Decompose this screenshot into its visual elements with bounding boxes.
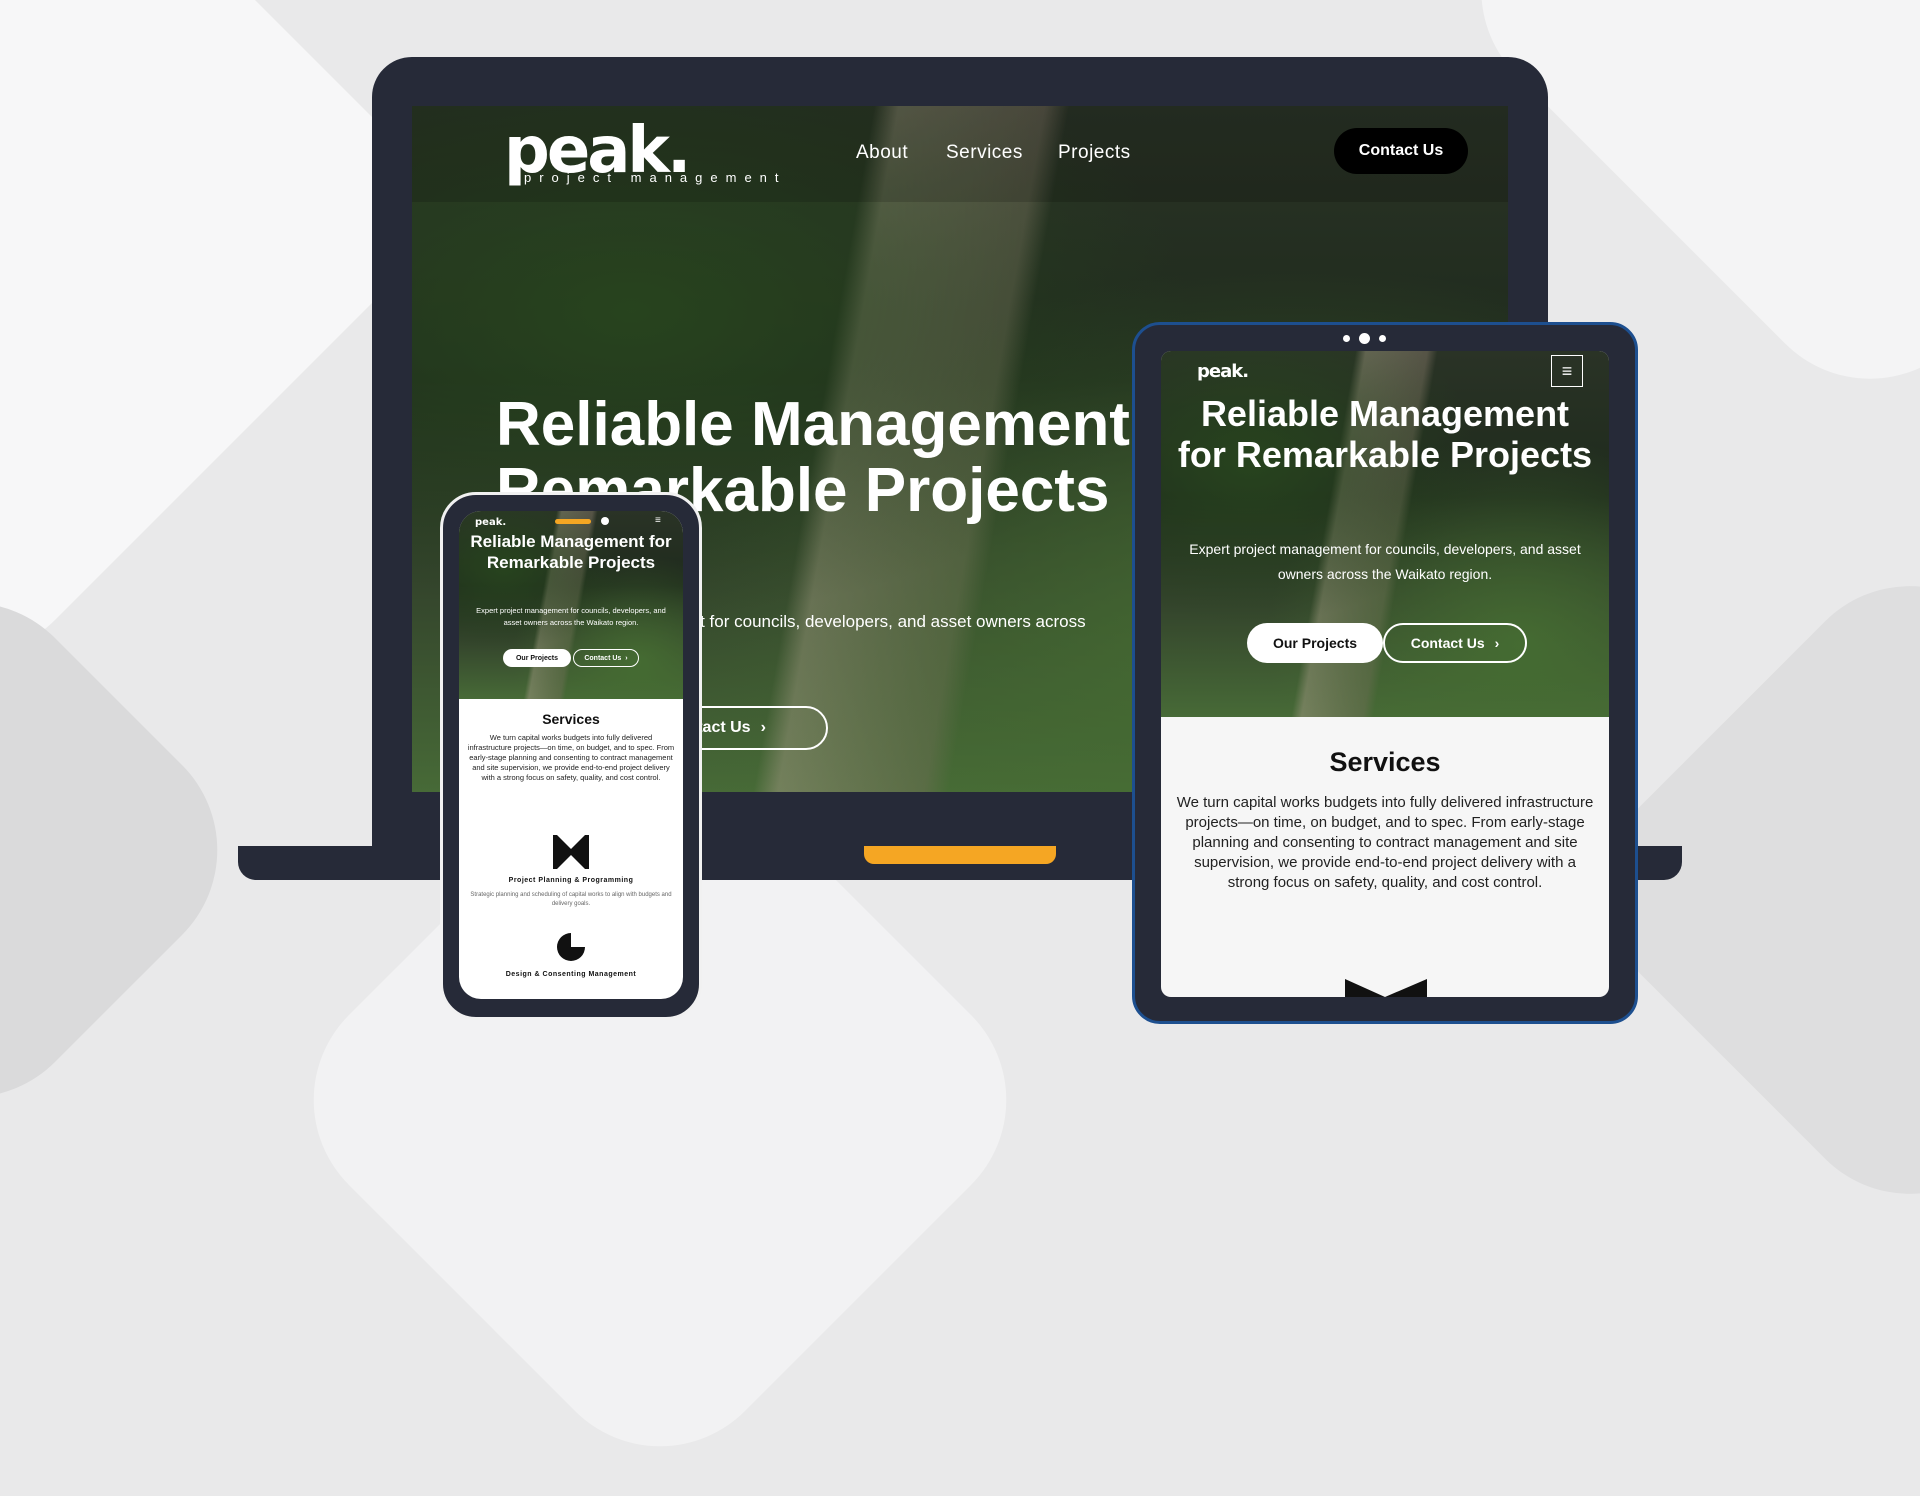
background-shape bbox=[0, 553, 267, 1147]
phone-service-item-title: Project Planning & Programming bbox=[508, 877, 634, 884]
phone-screen: peak. ≡ Reliable Management for Remarkab… bbox=[459, 511, 683, 999]
tablet-contact-button[interactable]: Contact Us › bbox=[1383, 623, 1527, 663]
phone-projects-button[interactable]: Our Projects bbox=[503, 649, 571, 667]
chevron-right-icon: › bbox=[1494, 635, 1500, 651]
phone-hero: peak. ≡ Reliable Management for Remarkab… bbox=[459, 511, 683, 699]
hamburger-menu-icon[interactable]: ≡ bbox=[655, 515, 661, 526]
phone-speaker bbox=[555, 519, 591, 524]
tablet-hero-title: Reliable Management for Remarkable Proje… bbox=[1177, 393, 1593, 475]
laptop-notch bbox=[864, 846, 1056, 864]
header-contact-button[interactable]: Contact Us bbox=[1334, 128, 1468, 174]
phone-logo[interactable]: peak. bbox=[475, 517, 506, 528]
tablet-logo[interactable]: peak. bbox=[1197, 361, 1249, 382]
tablet-hero-subtitle: Expert project management for councils, … bbox=[1189, 541, 1581, 582]
nav-about[interactable]: About bbox=[856, 142, 908, 164]
phone-service-item-text: Strategic planning and scheduling of cap… bbox=[470, 892, 672, 907]
phone-contact-button[interactable]: Contact Us › bbox=[573, 649, 639, 667]
phone-frame: peak. ≡ Reliable Management for Remarkab… bbox=[440, 492, 702, 1020]
logo-tagline: project management bbox=[524, 170, 787, 185]
phone-camera bbox=[601, 517, 609, 525]
tablet-frame: peak. ≡ Reliable Management for Remarkab… bbox=[1132, 322, 1638, 1024]
tablet-screen: peak. ≡ Reliable Management for Remarkab… bbox=[1161, 351, 1609, 997]
chevron-right-icon: › bbox=[760, 719, 766, 736]
tablet-sensor bbox=[1379, 335, 1386, 342]
tablet-services-text: We turn capital works budgets into fully… bbox=[1176, 794, 1594, 891]
tablet-sensor bbox=[1343, 335, 1350, 342]
tablet-projects-button[interactable]: Our Projects bbox=[1247, 623, 1383, 663]
phone-hero-title: Reliable Management for Remarkable Proje… bbox=[470, 532, 672, 572]
tablet-hero: peak. ≡ Reliable Management for Remarkab… bbox=[1161, 351, 1609, 717]
hamburger-menu-icon[interactable]: ≡ bbox=[1551, 355, 1583, 387]
tablet-services-title: Services bbox=[1329, 747, 1441, 777]
bowtie-icon bbox=[1345, 979, 1427, 997]
phone-contact-label: Contact Us bbox=[584, 654, 622, 662]
tablet-contact-label: Contact Us bbox=[1410, 635, 1485, 651]
phone-services-title: Services bbox=[542, 711, 600, 727]
pie-icon bbox=[557, 933, 585, 961]
bowtie-icon bbox=[553, 835, 589, 869]
tablet-camera bbox=[1359, 333, 1370, 344]
nav-services[interactable]: Services bbox=[946, 142, 1023, 164]
phone-services-text: We turn capital works budgets into fully… bbox=[467, 733, 675, 782]
phone-hero-subtitle: Expert project management for councils, … bbox=[476, 606, 666, 627]
chevron-right-icon: › bbox=[625, 654, 628, 662]
phone-service-item-title: Design & Consenting Management bbox=[505, 971, 637, 978]
nav-projects[interactable]: Projects bbox=[1058, 142, 1131, 164]
